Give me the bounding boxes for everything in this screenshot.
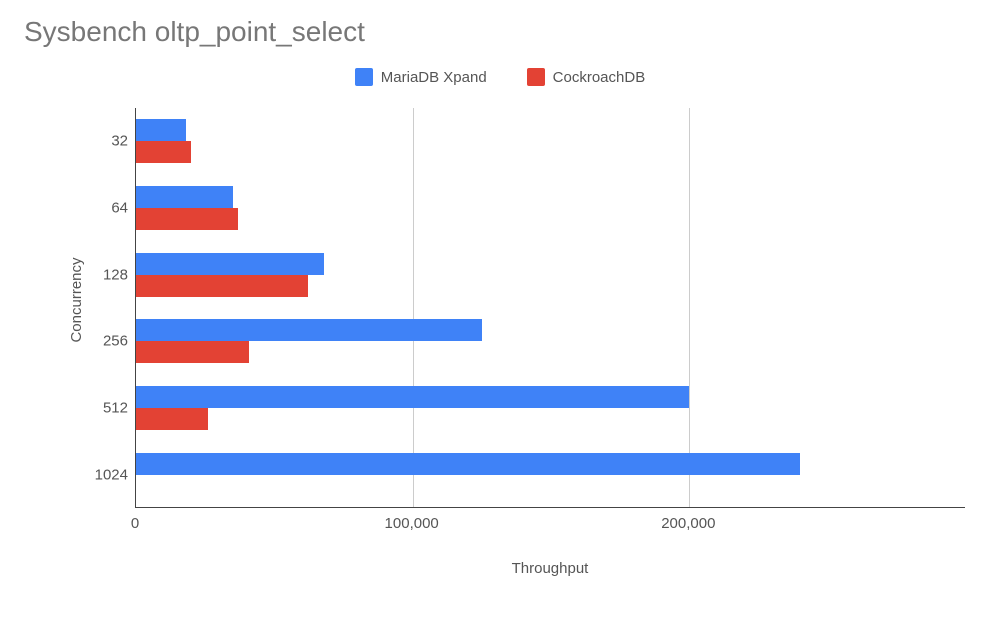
bar-group bbox=[136, 108, 965, 175]
bar-mariadb bbox=[136, 119, 186, 141]
legend-label-mariadb: MariaDB Xpand bbox=[381, 69, 487, 86]
x-tick-label: 200,000 bbox=[661, 515, 715, 532]
bar-cockroach bbox=[136, 275, 308, 297]
bar-mariadb bbox=[136, 453, 800, 475]
legend-item-mariadb: MariaDB Xpand bbox=[355, 68, 487, 86]
bar-group bbox=[136, 441, 965, 508]
legend-item-cockroach: CockroachDB bbox=[527, 68, 646, 86]
bar-group bbox=[136, 308, 965, 375]
bar-cockroach bbox=[136, 408, 208, 430]
y-tick-label: 512 bbox=[103, 400, 128, 417]
x-tick-label: 100,000 bbox=[385, 515, 439, 532]
bar-cockroach bbox=[136, 141, 191, 163]
chart-title: Sysbench oltp_point_select bbox=[24, 16, 365, 48]
bar-cockroach bbox=[136, 208, 238, 230]
y-tick-label: 32 bbox=[111, 133, 128, 150]
y-tick-label: 256 bbox=[103, 333, 128, 350]
y-axis-label: Concurrency bbox=[68, 257, 85, 342]
legend-swatch-cockroach bbox=[527, 68, 545, 86]
x-axis-label: Throughput bbox=[135, 560, 965, 577]
plot-area bbox=[135, 108, 965, 508]
legend: MariaDB Xpand CockroachDB bbox=[0, 68, 1000, 86]
bar-cockroach bbox=[136, 341, 249, 363]
legend-swatch-mariadb bbox=[355, 68, 373, 86]
bar-mariadb bbox=[136, 253, 324, 275]
bar-mariadb bbox=[136, 319, 482, 341]
x-tick-label: 0 bbox=[131, 515, 139, 532]
bar-mariadb bbox=[136, 386, 689, 408]
bar-group bbox=[136, 175, 965, 242]
legend-label-cockroach: CockroachDB bbox=[553, 69, 646, 86]
bar-group bbox=[136, 241, 965, 308]
bar-mariadb bbox=[136, 186, 233, 208]
y-tick-label: 64 bbox=[111, 200, 128, 217]
bar-group bbox=[136, 375, 965, 442]
y-tick-label: 1024 bbox=[95, 466, 128, 483]
y-tick-label: 128 bbox=[103, 266, 128, 283]
